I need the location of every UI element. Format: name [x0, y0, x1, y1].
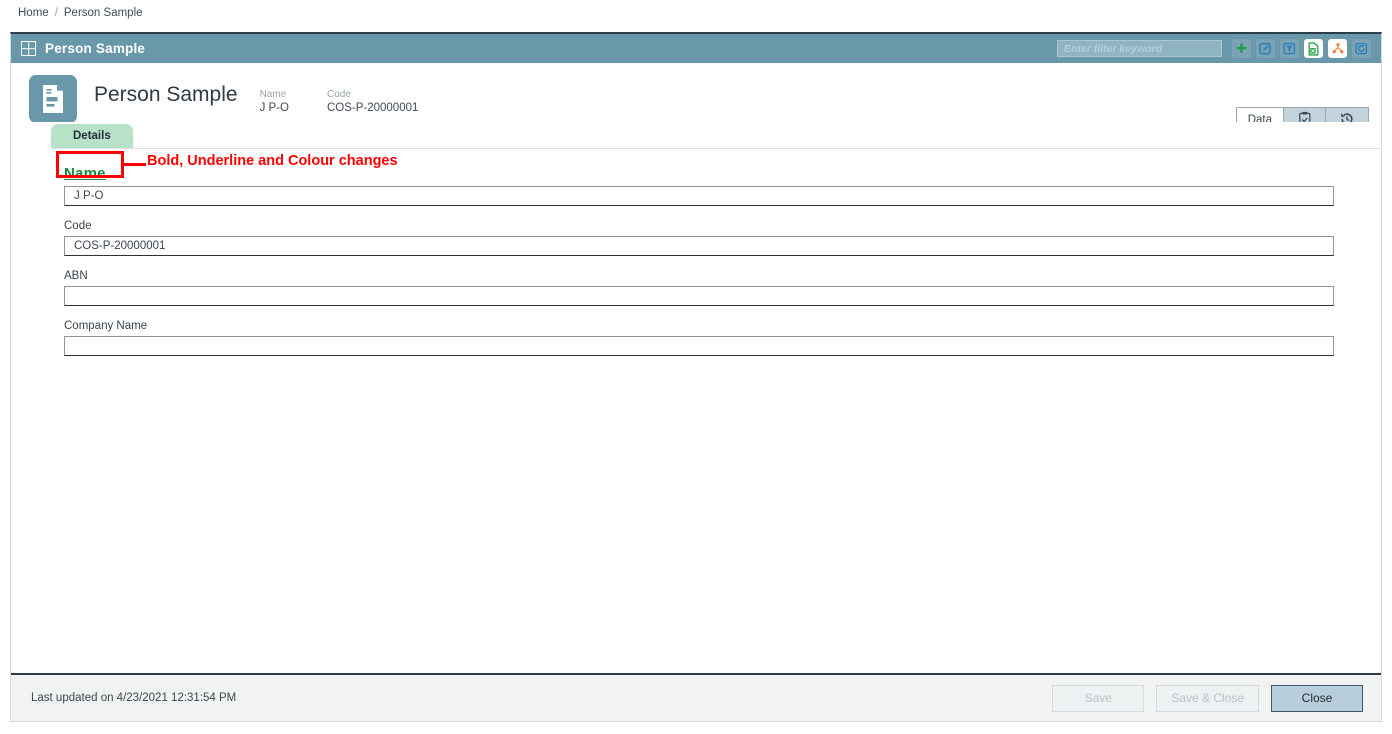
record-meta: Name J P-O Code COS-P-20000001 — [260, 88, 419, 116]
details-form: Name Code ABN Company Name Bold, Underli… — [11, 149, 1381, 356]
tab-details[interactable]: Details — [51, 124, 133, 148]
record-content: Details Name Code ABN Company Name — [11, 122, 1381, 673]
close-button[interactable]: Close — [1271, 684, 1363, 712]
breadcrumb-current: Person Sample — [63, 7, 143, 19]
footer-buttons: Save Save & Close Close — [1052, 684, 1363, 712]
meta-code: Code COS-P-20000001 — [327, 88, 418, 116]
record-footer: Last updated on 4/23/2021 12:31:54 PM Sa… — [11, 673, 1381, 721]
record-panel: Person Sample Enter filter keyword Perso… — [10, 32, 1382, 722]
tab-details-label: Details — [73, 130, 111, 142]
last-updated-text: Last updated on 4/23/2021 12:31:54 PM — [31, 692, 237, 704]
save-button[interactable]: Save — [1052, 684, 1145, 712]
name-field[interactable] — [64, 186, 1334, 206]
meta-name-label: Name — [259, 89, 287, 100]
field-code: Code — [64, 218, 1334, 256]
name-field-label: Name — [64, 165, 106, 182]
edit-icon[interactable] — [1256, 39, 1275, 58]
breadcrumb-separator: / — [54, 7, 58, 19]
meta-name: Name J P-O — [260, 88, 289, 116]
record-header: Person Sample Name J P-O Code COS-P-2000… — [11, 63, 1381, 123]
refresh-icon[interactable] — [1352, 39, 1371, 58]
code-field-label: Code — [64, 220, 92, 232]
breadcrumb-home[interactable]: Home — [18, 7, 49, 19]
filter-icon[interactable] — [1280, 39, 1299, 58]
panel-titlebar: Person Sample — [11, 34, 1381, 63]
breadcrumb: Home / Person Sample — [0, 0, 1392, 26]
document-icon — [29, 75, 77, 123]
field-abn: ABN — [64, 268, 1334, 306]
workflow-icon[interactable] — [1328, 39, 1347, 58]
field-company-name: Company Name — [64, 318, 1334, 356]
titlebar-actions — [1232, 39, 1371, 58]
add-icon[interactable] — [1232, 39, 1251, 58]
excel-export-icon[interactable] — [1304, 39, 1323, 58]
company-name-field-label: Company Name — [64, 320, 148, 332]
grid-icon — [21, 41, 36, 56]
meta-code-value: COS-P-20000001 — [326, 102, 419, 114]
abn-field[interactable] — [64, 286, 1334, 306]
meta-code-label: Code — [326, 89, 351, 100]
code-field[interactable] — [64, 236, 1334, 256]
detail-tabs: Details — [51, 122, 1381, 149]
save-and-close-button[interactable]: Save & Close — [1156, 684, 1259, 712]
company-name-field[interactable] — [64, 336, 1334, 356]
field-name: Name — [64, 165, 1334, 206]
meta-name-value: J P-O — [259, 102, 289, 114]
record-title: Person Sample — [94, 83, 238, 106]
abn-field-label: ABN — [64, 270, 88, 282]
panel-title: Person Sample — [45, 41, 146, 56]
filter-input[interactable] — [1057, 40, 1222, 57]
